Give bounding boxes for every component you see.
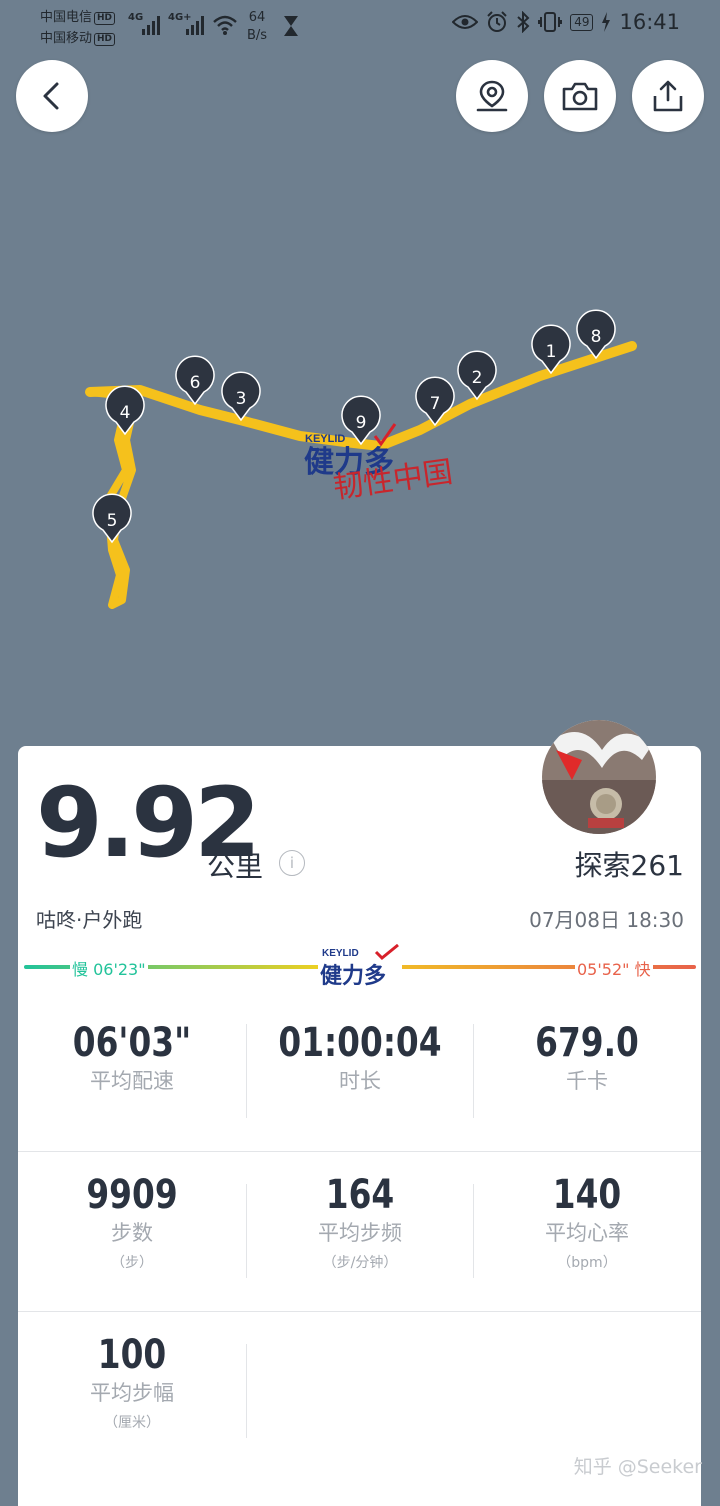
marker-label: 4 [120, 403, 131, 423]
km-marker[interactable]: 6 [175, 355, 215, 406]
stat-calories: 679.0 千卡 [473, 1020, 701, 1096]
check-mark-icon [374, 944, 399, 961]
stat-unit: （步） [111, 1255, 153, 1271]
info-icon[interactable]: i [279, 850, 305, 876]
stat-avg-cadence: 164 平均步频 （步/分钟） [246, 1172, 474, 1278]
marker-label: 5 [107, 511, 118, 531]
distance-unit: 公里 [207, 850, 264, 883]
stat-avg-pace: 06'03" 平均配速 [18, 1020, 246, 1096]
stat-value: 06'03" [72, 1020, 192, 1066]
marker-label: 7 [430, 394, 441, 414]
stat-label: 平均心率 [545, 1221, 629, 1245]
username[interactable]: 探索261 [575, 844, 684, 884]
stat-unit: （厘米） [104, 1415, 160, 1431]
stat-label: 步数 [111, 1221, 153, 1245]
stat-value: 140 [552, 1172, 622, 1218]
medal-photo [542, 720, 656, 834]
marker-label: 8 [591, 327, 602, 347]
divider [246, 1344, 247, 1438]
divider [246, 1024, 247, 1118]
marker-label: 2 [472, 368, 483, 388]
stat-duration: 01:00:04 时长 [246, 1020, 474, 1096]
marker-label: 6 [190, 373, 201, 393]
divider [18, 1151, 701, 1152]
stat-value: 679.0 [535, 1020, 639, 1066]
marker-label: 1 [546, 342, 557, 362]
stat-label: 千卡 [566, 1069, 608, 1093]
divider [473, 1024, 474, 1118]
stat-label: 平均配速 [90, 1069, 174, 1093]
stat-label: 平均步频 [318, 1221, 402, 1245]
marker-label: 3 [236, 389, 247, 409]
stat-label: 平均步幅 [90, 1381, 174, 1405]
marker-group: 1 2 3 4 5 6 7 8 9 [92, 309, 616, 544]
pace-slow-label: 慢 06'23" [70, 956, 148, 980]
stat-unit: （bpm） [557, 1255, 617, 1271]
stat-avg-stride: 100 平均步幅 （厘米） [18, 1332, 246, 1438]
marker-label: 9 [356, 413, 367, 433]
stat-label: 时长 [339, 1069, 381, 1093]
divider [246, 1184, 247, 1278]
stat-value: 9909 [86, 1172, 178, 1218]
km-marker[interactable]: 4 [105, 385, 145, 436]
map-brand-en: KEYLID [305, 433, 345, 445]
watermark: 知乎 @Seeker [573, 1456, 702, 1478]
divider [473, 1184, 474, 1278]
stat-steps: 9909 步数 （步） [18, 1172, 246, 1278]
stat-value: 164 [325, 1172, 395, 1218]
divider [18, 1311, 701, 1312]
activity-datetime: 07月08日 18:30 [529, 908, 684, 932]
pace-brand-cn: 健力多 [320, 964, 387, 989]
stat-value: 100 [97, 1332, 167, 1378]
avatar[interactable] [542, 720, 656, 834]
pace-fast-label: 05'52" 快 [575, 956, 653, 980]
km-marker[interactable]: 5 [92, 493, 132, 544]
activity-type: 咕咚·户外跑 [36, 908, 143, 932]
stat-avg-heart-rate: 140 平均心率 （bpm） [473, 1172, 701, 1278]
stat-value: 01:00:04 [278, 1020, 442, 1066]
pace-brand-logo: KEYLID 健力多 [318, 944, 402, 989]
stat-unit: （步/分钟） [322, 1255, 398, 1271]
route-map[interactable]: KEYLID 健力多 韧性中国 123456789 [0, 0, 720, 740]
